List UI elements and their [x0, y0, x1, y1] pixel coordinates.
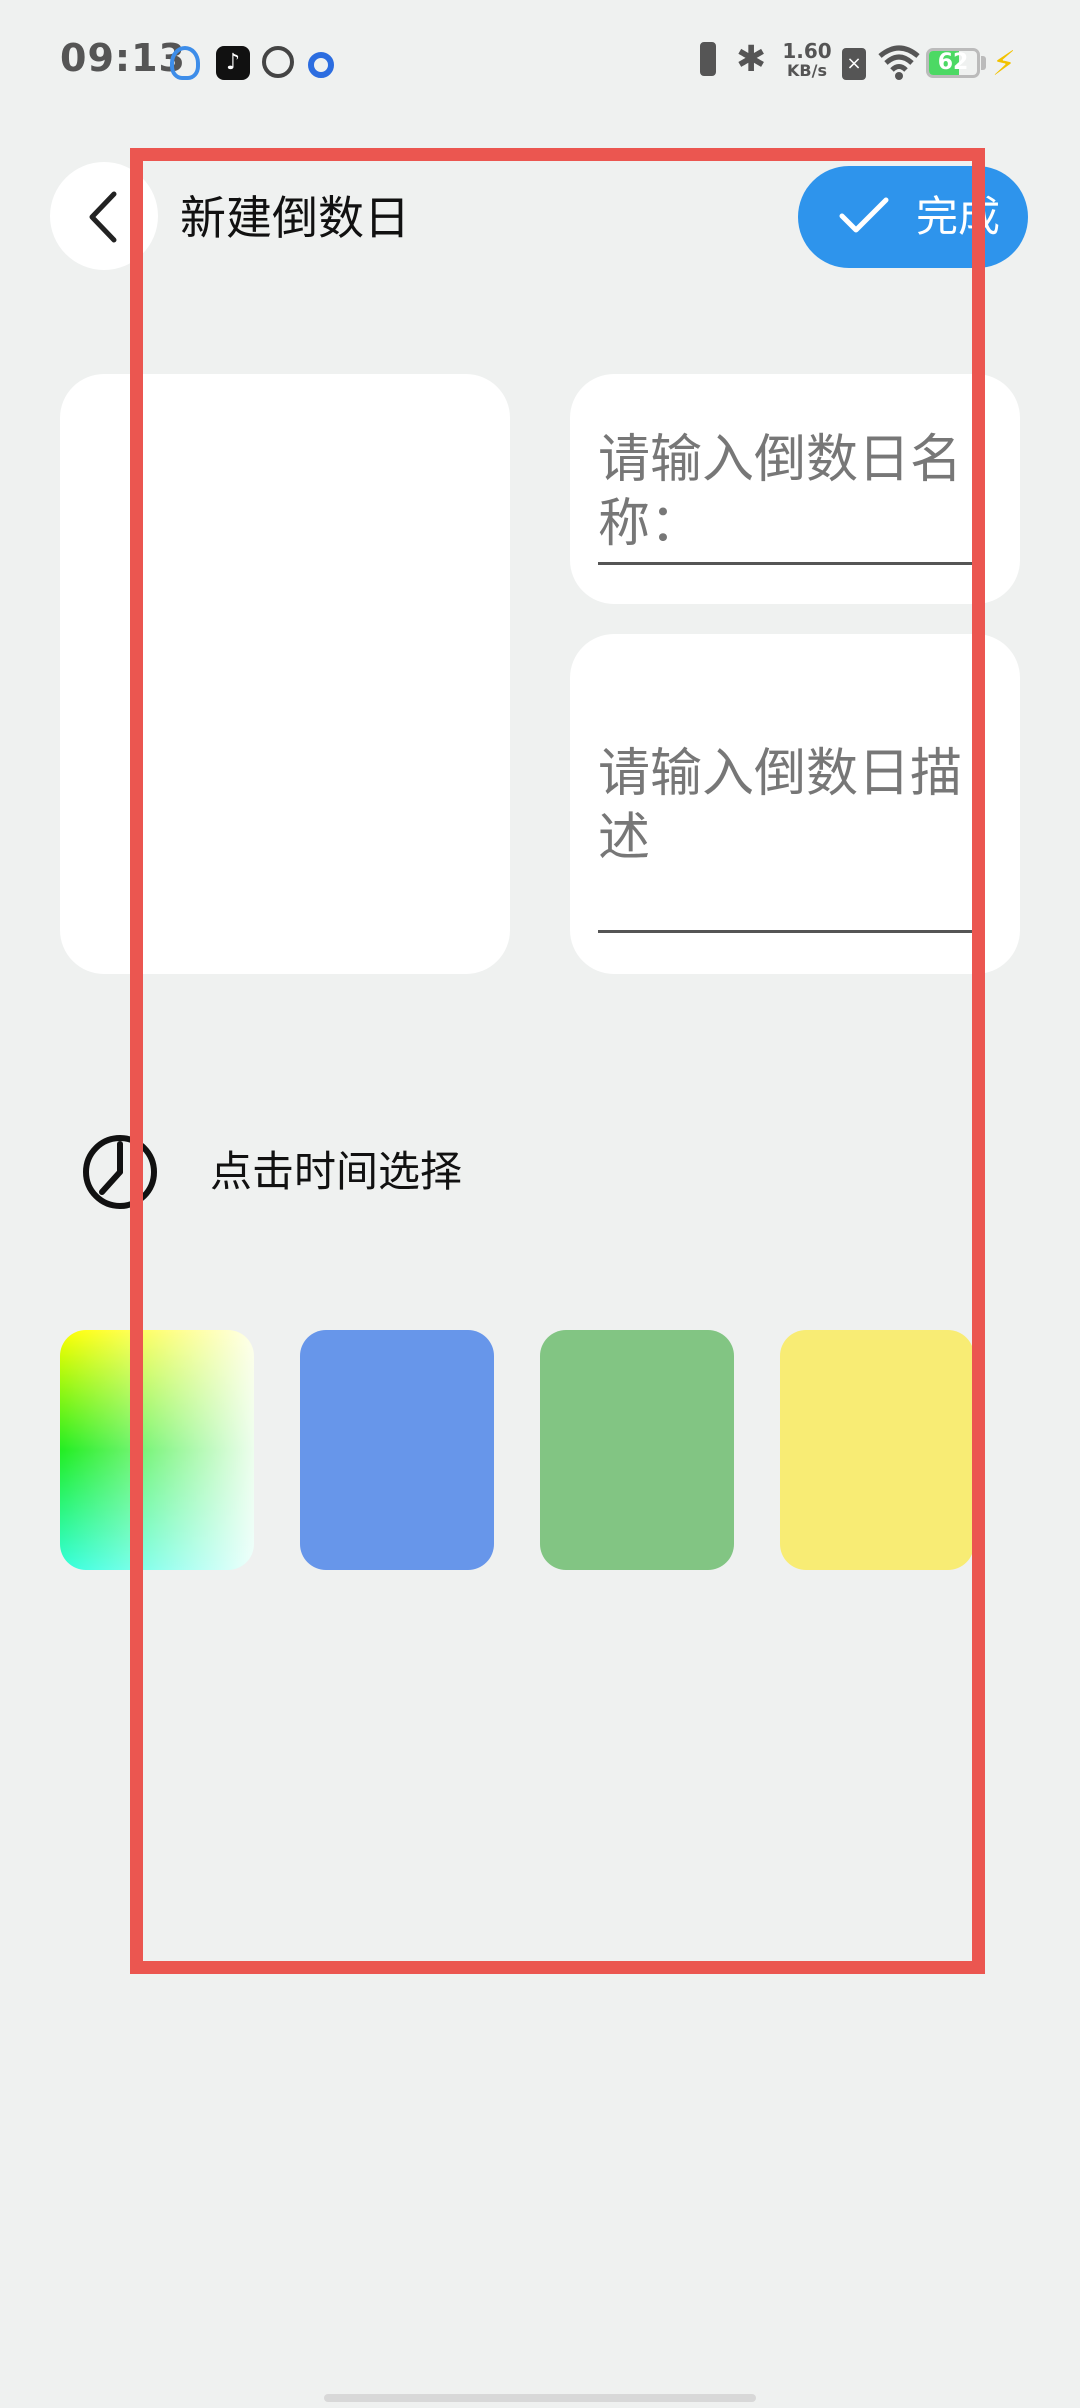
name-input[interactable]: 请输入倒数日名称：: [598, 428, 990, 556]
status-time: 09:13: [60, 36, 186, 80]
description-input-underline: [598, 930, 980, 933]
browser-icon: [262, 46, 294, 78]
status-bar: 09:13 ♪ ✱ 1.60 KB/s × 62 ⚡: [0, 0, 1080, 120]
done-button[interactable]: 完成: [798, 166, 1028, 268]
tiktok-icon: ♪: [216, 46, 250, 80]
battery-level: 62: [937, 50, 969, 75]
chevron-left-icon: [89, 191, 117, 243]
done-label: 完成: [916, 192, 1001, 241]
description-input[interactable]: 请输入倒数日描述: [598, 742, 990, 870]
charging-icon: ⚡: [992, 44, 1016, 84]
time-picker-label: 点击时间选择: [210, 1147, 463, 1196]
battery-icon: 62: [926, 48, 980, 78]
name-input-underline: [598, 562, 980, 565]
app-notification-icon: [308, 52, 334, 78]
clock-icon: [83, 1135, 157, 1209]
color-swatch-yellow[interactable]: [780, 1330, 974, 1570]
image-picker-card[interactable]: [60, 374, 510, 974]
page-title: 新建倒数日: [180, 191, 410, 245]
network-speed-value: 1.60: [782, 39, 832, 63]
check-icon: [839, 197, 889, 233]
network-speed-unit: KB/s: [787, 61, 827, 80]
screen: 09:13 ♪ ✱ 1.60 KB/s × 62 ⚡ 新建倒数日 完成 请输入倒…: [0, 0, 1080, 2408]
home-indicator: [324, 2394, 756, 2402]
description-input-card: 请输入倒数日描述: [570, 634, 1020, 974]
color-swatch-green[interactable]: [540, 1330, 734, 1570]
vibrate-icon: [694, 40, 722, 80]
time-picker[interactable]: 点击时间选择: [78, 1130, 598, 1214]
wifi-icon: [878, 44, 920, 84]
color-swatch-gradient[interactable]: [60, 1330, 254, 1570]
back-button[interactable]: [50, 162, 158, 270]
sim-off-icon: ×: [842, 48, 866, 80]
qq-icon: [170, 46, 200, 80]
name-input-card: 请输入倒数日名称：: [570, 374, 1020, 604]
color-swatch-blue[interactable]: [300, 1330, 494, 1570]
bluetooth-icon: ✱: [736, 39, 767, 80]
network-speed: 1.60 KB/s: [782, 40, 832, 84]
battery-tip: [981, 56, 986, 70]
